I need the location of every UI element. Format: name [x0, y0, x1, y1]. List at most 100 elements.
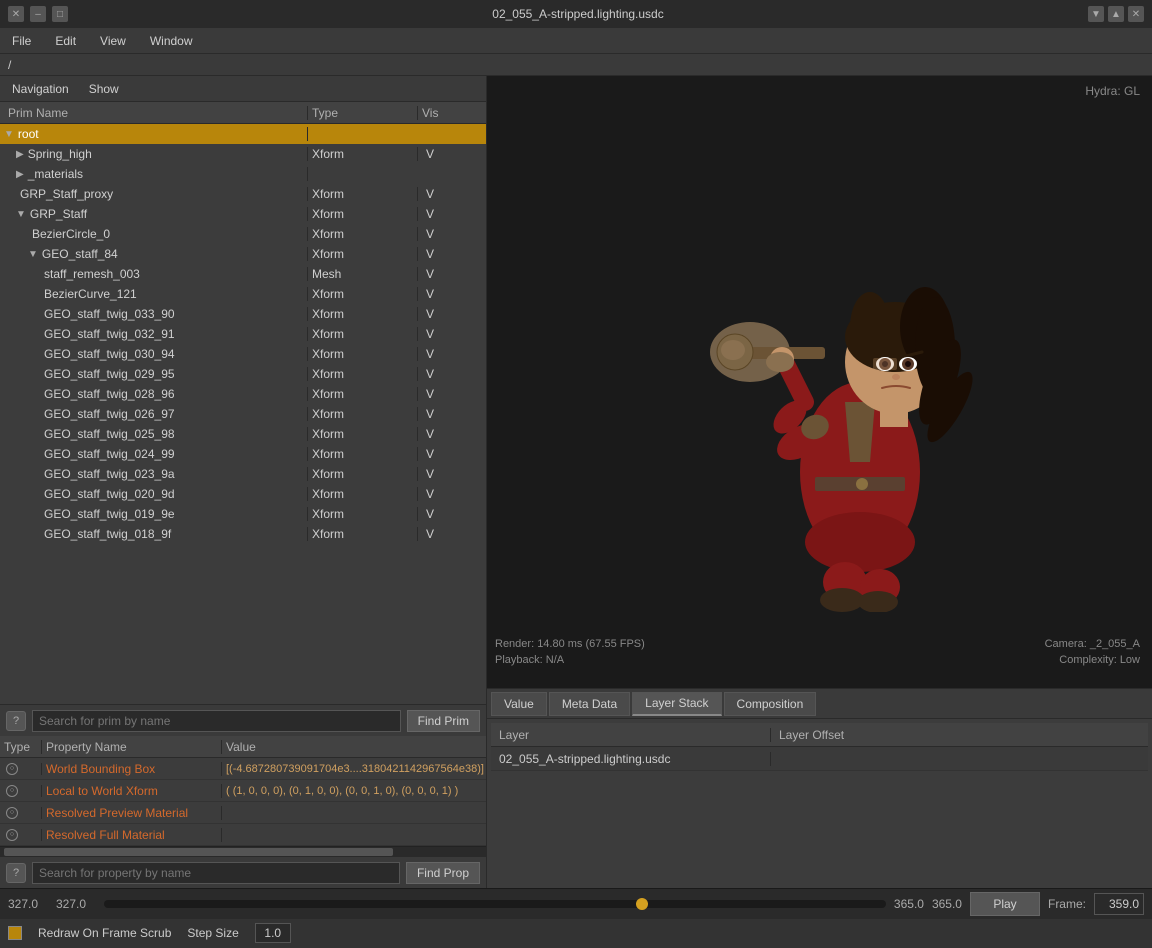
tree-row[interactable]: GEO_staff_twig_026_97 Xform V	[0, 404, 486, 424]
tree-row[interactable]: ▼ GRP_Staff Xform V	[0, 204, 486, 224]
property-row[interactable]: ○ World Bounding Box [(-4.68728073909170…	[0, 758, 486, 780]
tree-cell-vis: V	[418, 187, 462, 201]
property-scrollbar[interactable]	[0, 846, 486, 856]
tree-row[interactable]: GEO_staff_twig_024_99 Xform V	[0, 444, 486, 464]
tree-row[interactable]: GRP_Staff_proxy Xform V	[0, 184, 486, 204]
close-icon[interactable]: ✕	[8, 6, 24, 22]
tree-row[interactable]: GEO_staff_twig_025_98 Xform V	[0, 424, 486, 444]
prop-icon: ○	[6, 763, 18, 775]
tree-cell-name: GEO_staff_twig_019_9e	[0, 507, 308, 521]
menu-window[interactable]: Window	[146, 32, 197, 50]
tree-row[interactable]: GEO_staff_twig_020_9d Xform V	[0, 484, 486, 504]
tree-row[interactable]: ▶ _materials	[0, 164, 486, 184]
tab-layer-stack[interactable]: Layer Stack	[632, 692, 721, 716]
expand-arrow[interactable]: ▼	[16, 209, 26, 220]
tree-row[interactable]: GEO_staff_twig_030_94 Xform V	[0, 344, 486, 364]
prim-name: GRP_Staff_proxy	[20, 187, 113, 201]
tree-cell-type: Xform	[308, 367, 418, 381]
prop-cell-type: ○	[0, 829, 42, 841]
prim-search-input[interactable]	[32, 710, 401, 732]
tree-cell-name: GEO_staff_twig_023_9a	[0, 467, 308, 481]
timeline-start2: 327.0	[56, 897, 96, 911]
expand-arrow[interactable]: ▶	[16, 149, 24, 160]
tree-row[interactable]: staff_remesh_003 Mesh V	[0, 264, 486, 284]
prim-name: GEO_staff_twig_018_9f	[44, 527, 171, 541]
prop-help-button[interactable]: ?	[6, 863, 26, 883]
property-row[interactable]: ○ Local to World Xform ( (1, 0, 0, 0), (…	[0, 780, 486, 802]
expand-arrow[interactable]: ▶	[16, 169, 24, 180]
redraw-checkbox[interactable]	[8, 926, 22, 940]
tree-cell-vis: V	[418, 287, 462, 301]
property-scrollbar-thumb[interactable]	[4, 848, 393, 856]
timeline-thumb[interactable]	[636, 898, 648, 910]
frame-input[interactable]	[1094, 893, 1144, 915]
property-rows: ○ World Bounding Box [(-4.68728073909170…	[0, 758, 486, 846]
tree-row[interactable]: GEO_staff_twig_023_9a Xform V	[0, 464, 486, 484]
maximize-control[interactable]: ▲	[1108, 6, 1124, 22]
redraw-label: Redraw On Frame Scrub	[38, 926, 171, 940]
prop-cell-name: Resolved Full Material	[42, 828, 222, 842]
menu-file[interactable]: File	[8, 32, 35, 50]
tree-row[interactable]: GEO_staff_twig_028_96 Xform V	[0, 384, 486, 404]
tree-cell-vis: V	[418, 507, 462, 521]
tree-row[interactable]: ▼ GEO_staff_84 Xform V	[0, 244, 486, 264]
tree-row[interactable]: GEO_staff_twig_032_91 Xform V	[0, 324, 486, 344]
menu-edit[interactable]: Edit	[51, 32, 80, 50]
tree-cell-name: GEO_staff_twig_024_99	[0, 447, 308, 461]
tree-cell-vis: V	[418, 447, 462, 461]
prim-name: GEO_staff_twig_033_90	[44, 307, 175, 321]
tree-cell-type: Xform	[308, 467, 418, 481]
prim-name: GEO_staff_twig_023_9a	[44, 467, 175, 481]
render-info: Render: 14.80 ms (67.55 FPS) Playback: N…	[495, 636, 645, 668]
find-prop-button[interactable]: Find Prop	[406, 862, 480, 884]
camera-info: Camera: _2_055_AComplexity: Low	[1045, 636, 1140, 668]
prop-icon: ○	[6, 807, 18, 819]
step-size-input[interactable]	[255, 923, 291, 943]
tree-cell-type: Xform	[308, 227, 418, 241]
tree-cell-type: Xform	[308, 247, 418, 261]
nav-tab-navigation[interactable]: Navigation	[8, 80, 73, 98]
tree-row[interactable]: GEO_staff_twig_029_95 Xform V	[0, 364, 486, 384]
tree-row[interactable]: GEO_staff_twig_033_90 Xform V	[0, 304, 486, 324]
expand-arrow[interactable]: ▼	[4, 129, 14, 140]
main-layout: Navigation Show Prim Name Type Vis ▼ roo…	[0, 76, 1152, 888]
tab-value[interactable]: Value	[491, 692, 547, 716]
tree-row[interactable]: GEO_staff_twig_018_9f Xform V	[0, 524, 486, 544]
right-tab-bar: Value Meta Data Layer Stack Composition	[487, 689, 1152, 719]
tree-row[interactable]: ▼ root	[0, 124, 486, 144]
maximize-icon[interactable]: □	[52, 6, 68, 22]
prop-search-input[interactable]	[32, 862, 400, 884]
nav-tab-show[interactable]: Show	[85, 80, 123, 98]
tree-cell-type: Xform	[308, 407, 418, 421]
tree-row[interactable]: GEO_staff_twig_019_9e Xform V	[0, 504, 486, 524]
close-control[interactable]: ✕	[1128, 6, 1144, 22]
play-button[interactable]: Play	[970, 892, 1040, 916]
hydra-label: Hydra: GL	[1085, 84, 1140, 98]
find-prim-button[interactable]: Find Prim	[407, 710, 480, 732]
tree-row[interactable]: BezierCircle_0 Xform V	[0, 224, 486, 244]
tree-cell-name: ▼ GRP_Staff	[0, 207, 308, 221]
tree-cell-name: GRP_Staff_proxy	[0, 187, 308, 201]
prim-tree[interactable]: ▼ root ▶ Spring_high Xform V ▶ _material…	[0, 124, 486, 704]
prop-col-value: Value	[222, 740, 486, 754]
col-type: Type	[308, 106, 418, 120]
menu-view[interactable]: View	[96, 32, 130, 50]
timeline-track[interactable]	[104, 900, 886, 908]
minimize-control[interactable]: ▼	[1088, 6, 1104, 22]
prim-name: _materials	[28, 167, 83, 181]
tab-metadata[interactable]: Meta Data	[549, 692, 630, 716]
tree-row[interactable]: BezierCurve_121 Xform V	[0, 284, 486, 304]
tab-composition[interactable]: Composition	[724, 692, 817, 716]
tree-cell-name: ▼ root	[0, 127, 308, 141]
prop-col-type: Type	[0, 740, 42, 754]
menubar: File Edit View Window	[0, 28, 1152, 54]
tree-cell-type: Xform	[308, 327, 418, 341]
minimize-icon[interactable]: –	[30, 6, 46, 22]
tree-cell-vis: V	[418, 367, 462, 381]
window-title: 02_055_A-stripped.lighting.usdc	[492, 7, 663, 21]
prim-help-button[interactable]: ?	[6, 711, 26, 731]
expand-arrow[interactable]: ▼	[28, 249, 38, 260]
property-row[interactable]: ○ Resolved Preview Material	[0, 802, 486, 824]
property-row[interactable]: ○ Resolved Full Material	[0, 824, 486, 846]
tree-row[interactable]: ▶ Spring_high Xform V	[0, 144, 486, 164]
